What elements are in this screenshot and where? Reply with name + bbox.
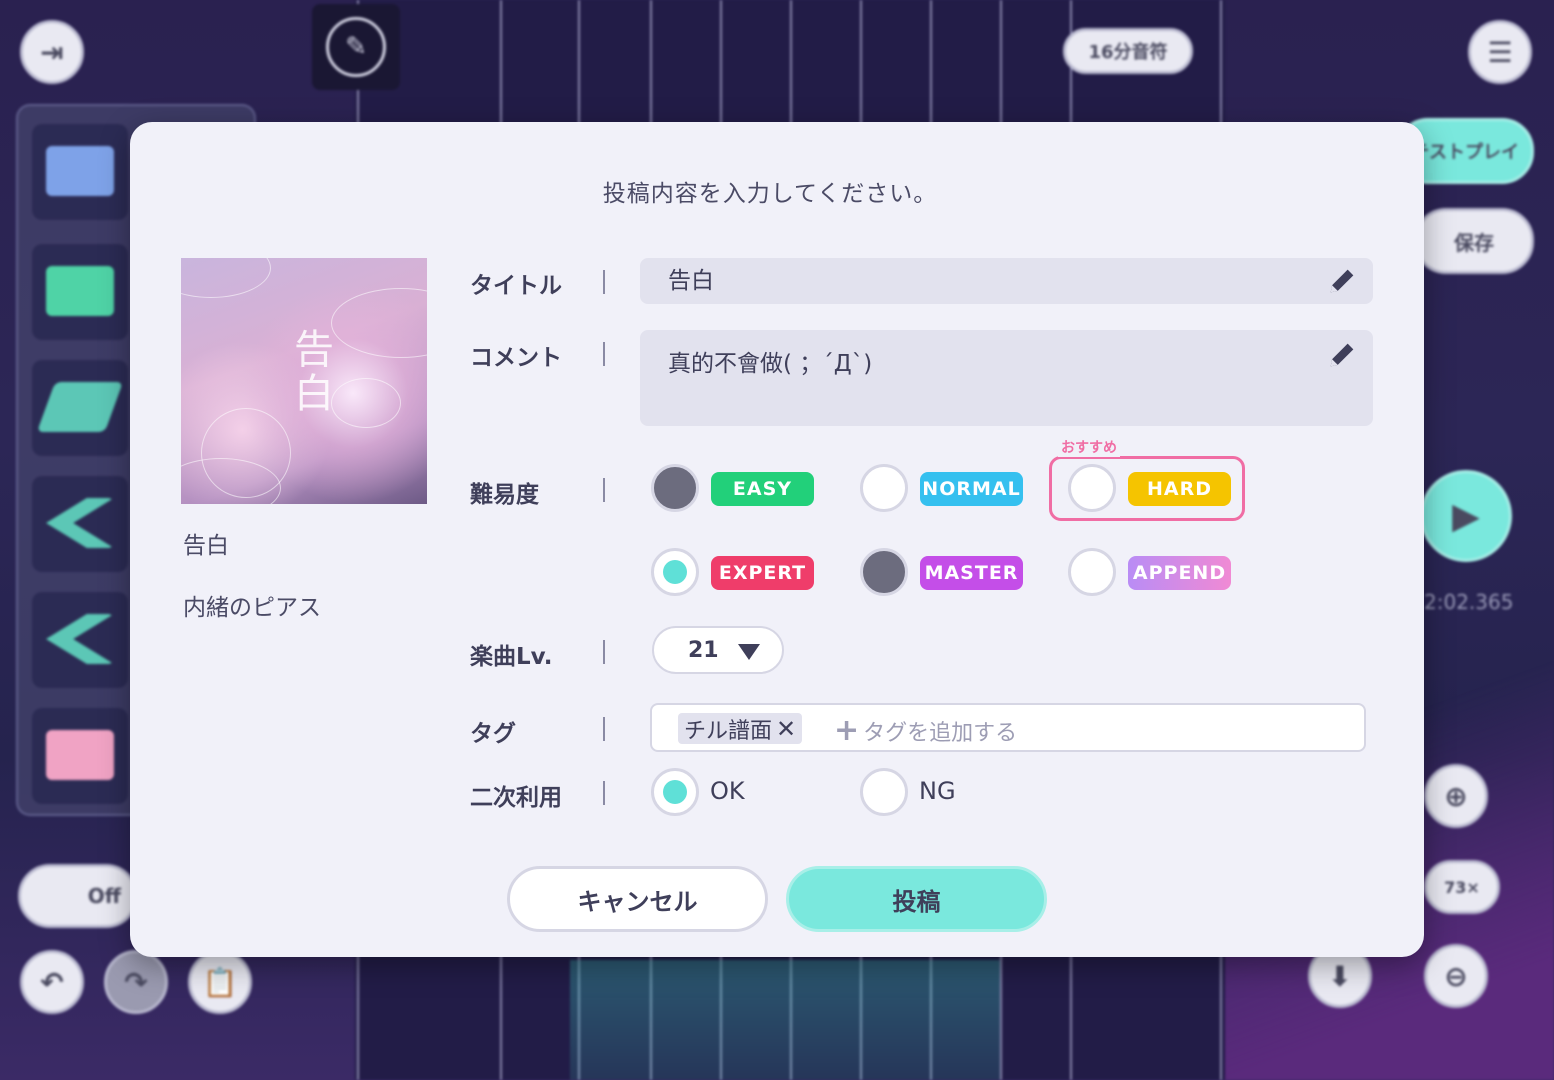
difficulty-expert-radio[interactable] [651, 548, 699, 596]
add-tag-placeholder: タグを追加する [863, 720, 1018, 746]
difficulty-label: 難易度 [470, 482, 539, 508]
zoom-out-icon[interactable]: ⊖ [1424, 944, 1488, 1008]
difficulty-easy-badge: EASY [711, 472, 814, 506]
logo-icon: ✎ [326, 17, 386, 77]
post-dialog [130, 122, 1424, 957]
difficulty-append-radio[interactable] [1068, 548, 1116, 596]
difficulty-append-badge: APPEND [1128, 556, 1231, 590]
secondary-use-ng-radio[interactable] [860, 768, 908, 816]
difficulty-master-badge: MASTER [920, 556, 1023, 590]
separator [603, 270, 605, 294]
difficulty-easy-radio[interactable] [651, 464, 699, 512]
add-tag-button[interactable]: + タグを追加する [834, 713, 1017, 748]
tool-flick-left[interactable] [32, 476, 128, 572]
tool-special-note[interactable] [32, 708, 128, 804]
save-button[interactable]: 保存 [1414, 208, 1534, 274]
tag-label: タグ [470, 721, 516, 747]
submit-button[interactable]: 投稿 [786, 866, 1047, 932]
jacket-ornament [181, 258, 271, 298]
menu-icon[interactable]: ☰ [1468, 20, 1532, 84]
plus-icon: + [834, 713, 860, 748]
zoom-in-icon[interactable]: ⊕ [1424, 764, 1488, 828]
separator [603, 640, 605, 664]
pencil-icon[interactable] [1325, 264, 1359, 298]
song-jacket: 告白 [181, 258, 427, 504]
difficulty-master-radio[interactable] [860, 548, 908, 596]
toggle-switch[interactable]: Off [18, 864, 138, 928]
comment-label: コメント [470, 345, 562, 371]
app-logo: ✎ [312, 4, 400, 90]
recommend-tag: おすすめ [1058, 437, 1120, 457]
tag-chip-label: チル譜面 [684, 718, 773, 744]
separator [603, 342, 605, 366]
title-value: 告白 [668, 268, 714, 294]
title-field[interactable]: 告白 [640, 258, 1373, 304]
comment-field[interactable]: 真的不會做( ；´Д`) [640, 330, 1373, 426]
difficulty-normal-radio[interactable] [860, 464, 908, 512]
separator [603, 478, 605, 502]
play-icon[interactable]: ▶ [1420, 470, 1512, 562]
difficulty-hard-radio[interactable] [1068, 464, 1116, 512]
tag-chip[interactable]: チル譜面 ✕ [678, 713, 803, 744]
separator [603, 717, 605, 741]
difficulty-expert-badge: EXPERT [711, 556, 814, 590]
tag-input[interactable]: チル譜面 ✕ + タグを追加する [650, 703, 1366, 752]
level-label: 楽曲Lv. [470, 644, 553, 670]
pencil-icon[interactable] [1325, 338, 1359, 372]
separator [603, 781, 605, 805]
secondary-use-ok-radio[interactable] [651, 768, 699, 816]
song-title: 告白 [183, 533, 229, 559]
difficulty-normal-badge: NORMAL [920, 472, 1023, 506]
exit-icon[interactable]: ⇥ [20, 20, 84, 84]
jacket-ornament [331, 288, 427, 358]
song-artist: 内緒のピアス [183, 595, 321, 621]
undo-icon[interactable]: ↶ [20, 950, 84, 1014]
secondary-use-label: 二次利用 [470, 785, 562, 811]
playback-time: 2:02.365 [1424, 590, 1514, 614]
secondary-use-ok-label: OK [710, 777, 745, 805]
cancel-button[interactable]: キャンセル [507, 866, 768, 932]
remove-tag-icon[interactable]: ✕ [776, 715, 796, 743]
jacket-ornament [331, 378, 401, 428]
tool-hold-note[interactable] [32, 244, 128, 340]
level-value: 21 [688, 637, 719, 663]
difficulty-hard-badge: HARD [1128, 472, 1231, 506]
level-select[interactable]: 21 [652, 626, 784, 674]
tool-flick-left-alt[interactable] [32, 592, 128, 688]
title-label: タイトル [470, 273, 562, 299]
tool-slide-note[interactable] [32, 360, 128, 456]
note-division-badge[interactable]: 16分音符 [1063, 28, 1193, 74]
secondary-use-ng-label: NG [919, 777, 956, 805]
jacket-title-glyph: 告白 [287, 328, 333, 416]
clipboard-icon[interactable]: 📋 [188, 950, 252, 1014]
zoom-readout: 73× [1424, 860, 1500, 914]
dialog-prompt: 投稿内容を入力してください。 [602, 181, 938, 207]
lane-glow [570, 960, 1000, 1080]
redo-icon[interactable]: ↷ [104, 950, 168, 1014]
comment-value: 真的不會做( ；´Д`) [668, 351, 873, 377]
chevron-down-icon [738, 644, 760, 660]
